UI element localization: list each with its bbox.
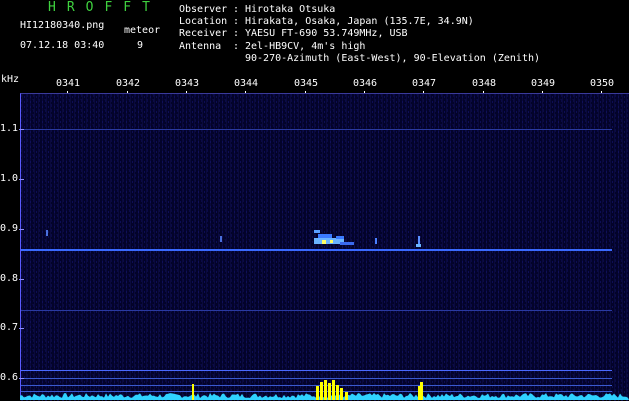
time-label: 0343 [175,78,200,89]
time-label: 0347 [412,78,437,89]
time-label: 0350 [590,78,615,89]
meteor-ping [46,230,48,236]
antenna-value-2: 90-270-Azimuth (East-West), 90-Elevation… [245,52,541,64]
time-label: 0342 [116,78,141,89]
antenna-row: Antenna:2el-HB9CV, 4m's high [179,40,366,52]
receiver-key: Receiver [179,28,228,40]
time-axis: 0341 0342 0343 0344 0345 0346 0347 0348 … [0,78,629,92]
antenna-key: Antenna [179,40,222,52]
receiver-value: YAESU FT-690 53.749MHz, USB [245,28,408,40]
location-key: Location [179,16,228,28]
time-label: 0341 [56,78,81,89]
antenna-row-2: 90-270-Azimuth (East-West), 90-Elevation… [179,53,540,65]
meteor-echo [314,230,421,247]
freq-tick [19,328,24,329]
observer-value: Hirotaka Otsuka [245,4,336,15]
freq-tick [19,279,24,280]
observer-key: Observer [179,4,228,15]
freq-label: 0.8 [0,273,19,284]
time-label: 0346 [353,78,378,89]
spectrum-peak [420,382,423,400]
spectrum-peak [316,386,319,400]
header-panel: HROFFT HI12180340.png meteor 07.12.18 03… [0,0,629,70]
time-label: 0348 [472,78,497,89]
spectrum-peak [192,384,194,400]
station-info: Observer: Hirotaka Otsuka Location: Hirakat… [179,4,540,65]
spectrum-peak [340,388,343,400]
spectrum-peak [336,385,339,400]
time-label: 0349 [531,78,556,89]
freq-tick [19,129,24,130]
receiver-row: Receiver: YAESU FT-690 53.749MHz, USB [179,28,408,40]
freq-tick [19,229,24,230]
freq-label: 1.1 [0,123,19,134]
spectrum-peak [324,380,327,400]
meteor-label: meteor [124,25,161,36]
antenna-value: 2el-HB9CV, 4m's high [245,40,366,52]
freq-label: 0.6 [0,372,19,383]
app-title: HROFFT [48,0,161,15]
filename: HI12180340.png [20,20,105,31]
spectrum-peak [328,383,331,400]
timestamp: 07.12.18 03:40 [20,40,105,51]
location-value: Hirakata, Osaka, Japan (135.7E, 34.9N) [245,16,474,28]
freq-label: 1.0 [0,173,19,184]
spectrum-peak [320,382,323,400]
freq-tick [19,179,24,180]
signal-spectrum [20,380,629,400]
freq-label: 0.7 [0,322,19,333]
spectrum-peak [332,380,335,400]
meteor-count: 9 [137,40,144,51]
time-label: 0345 [294,78,319,89]
meteor-ping [220,236,222,242]
time-label: 0344 [234,78,259,89]
spectrum-peak [345,392,348,400]
grid-line [21,310,612,311]
grid-line [21,129,612,130]
observer-row: Observer: Hirotaka Otsuka [179,4,336,15]
freq-label: 0.9 [0,223,19,234]
grid-line [21,370,612,371]
location-row: Location: Hirakata, Osaka, Japan (135.7E,… [179,16,474,28]
